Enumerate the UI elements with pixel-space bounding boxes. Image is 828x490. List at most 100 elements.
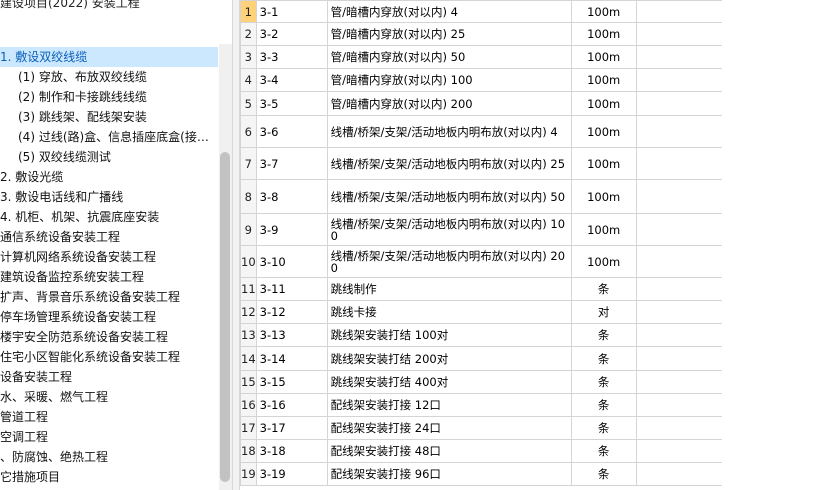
row-number-cell[interactable]: 5 xyxy=(240,91,257,116)
row-number-cell[interactable]: 14 xyxy=(240,346,257,371)
row-number-cell[interactable]: 7 xyxy=(240,147,257,180)
quota-name-cell[interactable]: 跳线卡接 xyxy=(326,300,572,324)
quota-name-cell[interactable]: 配线架安装打接 24口 xyxy=(326,416,572,440)
quota-code-cell[interactable]: 3-12 xyxy=(255,300,328,324)
quota-unit-cell[interactable]: 100m xyxy=(570,179,637,214)
tree-item[interactable]: 4. 机柜、机架、抗震底座安装 xyxy=(0,207,218,227)
quota-unit-cell[interactable]: 条 xyxy=(570,277,637,301)
table-row[interactable]: 193-19配线架安装打接 96口条972.76 xyxy=(240,462,780,486)
quota-name-cell[interactable]: 管/暗槽内穿放(对以内) 25 xyxy=(326,22,572,46)
quota-code-cell[interactable]: 3-18 xyxy=(255,439,328,463)
quota-code-cell[interactable]: 3-9 xyxy=(255,213,328,246)
quota-unit-cell[interactable]: 100m xyxy=(570,213,637,246)
quota-code-cell[interactable]: 3-13 xyxy=(255,323,328,347)
quota-name-cell[interactable]: 配线架安装打接 48口 xyxy=(326,439,572,463)
tree-item[interactable]: 通信系统设备安装工程 xyxy=(0,227,218,247)
quota-name-cell[interactable]: 跳线制作 xyxy=(326,277,572,301)
quota-code-cell[interactable]: 3-10 xyxy=(255,245,328,278)
quota-code-cell[interactable]: 3-2 xyxy=(255,22,328,46)
table-row[interactable]: 103-10线槽/桥架/支架/活动地板内明布放(对以内) 200100m616.… xyxy=(240,245,780,278)
quota-code-cell[interactable]: 3-14 xyxy=(255,346,328,371)
tree-item[interactable]: (3) 跳线架、配线架安装 xyxy=(0,107,218,127)
quota-code-cell[interactable]: 3-5 xyxy=(255,91,328,116)
quota-unit-cell[interactable]: 100m xyxy=(570,115,637,148)
quota-name-cell[interactable]: 线槽/桥架/支架/活动地板内明布放(对以内) 100 xyxy=(326,213,572,246)
tree-item[interactable]: (2) 制作和卡接跳线线缆 xyxy=(0,87,218,107)
tree-item[interactable]: 计算机网络系统设备安装工程 xyxy=(0,247,218,267)
quota-unit-cell[interactable]: 条 xyxy=(570,416,637,440)
table-row[interactable]: 43-4管/暗槽内穿放(对以内) 100100m361.69 xyxy=(240,68,780,92)
quota-unit-cell[interactable]: 100m xyxy=(570,91,637,116)
quota-code-cell[interactable]: 3-11 xyxy=(255,277,328,301)
quota-name-cell[interactable]: 配线架安装打接 96口 xyxy=(326,462,572,486)
quota-code-cell[interactable]: 3-8 xyxy=(255,179,328,214)
table-row[interactable]: 73-7线槽/桥架/支架/活动地板内明布放(对以内) 25100m267.69 xyxy=(240,147,780,180)
table-row[interactable]: 33-3管/暗槽内穿放(对以内) 50100m248.66 xyxy=(240,45,780,69)
tree-item[interactable]: 它措施项目 xyxy=(0,467,218,487)
quota-name-cell[interactable]: 跳线架安装打结 100对 xyxy=(326,323,572,347)
quota-unit-cell[interactable]: 条 xyxy=(570,323,637,347)
tree-item[interactable]: 空调工程 xyxy=(0,427,218,447)
table-row[interactable]: 13-1管/暗槽内穿放(对以内) 4100m146.11 xyxy=(240,0,780,23)
table-row[interactable]: 93-9线槽/桥架/支架/活动地板内明布放(对以内) 100100m451.16 xyxy=(240,213,780,246)
quota-name-cell[interactable]: 管/暗槽内穿放(对以内) 50 xyxy=(326,45,572,69)
tree-item[interactable]: (4) 过线(路)盒、信息插座底盒(接… xyxy=(0,127,218,147)
quota-unit-cell[interactable]: 条 xyxy=(570,462,637,486)
quota-name-cell[interactable]: 管/暗槽内穿放(对以内) 4 xyxy=(326,0,572,23)
quota-code-cell[interactable]: 3-19 xyxy=(255,462,328,486)
quota-name-cell[interactable]: 线槽/桥架/支架/活动地板内明布放(对以内) 25 xyxy=(326,147,572,180)
row-number-cell[interactable]: 15 xyxy=(240,370,257,394)
row-number-cell[interactable]: 2 xyxy=(240,22,257,46)
quota-unit-cell[interactable]: 100m xyxy=(570,147,637,180)
quota-name-cell[interactable]: 跳线架安装打结 200对 xyxy=(326,346,572,371)
tree-item[interactable]: 2. 敷设光缆 xyxy=(0,167,218,187)
table-row[interactable]: 133-13跳线架安装打结 100对条216.37 xyxy=(240,323,780,347)
row-number-cell[interactable]: 8 xyxy=(240,179,257,214)
tree-item[interactable]: 管道工程 xyxy=(0,407,218,427)
quota-code-cell[interactable]: 3-15 xyxy=(255,370,328,394)
table-row[interactable]: 163-16配线架安装打接 12口条130.49 xyxy=(240,393,780,417)
table-row[interactable]: 153-15跳线架安装打结 400对条810.5 xyxy=(240,370,780,394)
row-number-cell[interactable]: 9 xyxy=(240,213,257,246)
row-number-cell[interactable]: 10 xyxy=(240,245,257,278)
row-number-cell[interactable]: 13 xyxy=(240,323,257,347)
tree-item[interactable]: 、防腐蚀、绝热工程 xyxy=(0,447,218,467)
quota-code-cell[interactable]: 3-6 xyxy=(255,115,328,148)
quota-code-cell[interactable]: 3-3 xyxy=(255,45,328,69)
table-row[interactable]: 23-2管/暗槽内穿放(对以内) 25100m181.3 xyxy=(240,22,780,46)
table-row[interactable]: 173-17配线架安装打接 24口条260.26 xyxy=(240,416,780,440)
quota-unit-cell[interactable]: 100m xyxy=(570,0,637,23)
table-row[interactable]: 53-5管/暗槽内穿放(对以内) 200100m514.18 xyxy=(240,91,780,116)
tree-item[interactable]: 扩声、背景音乐系统设备安装工程 xyxy=(0,287,218,307)
tree-item[interactable]: 3. 敷设电话线和广播线 xyxy=(0,187,218,207)
quota-unit-cell[interactable]: 100m xyxy=(570,45,637,69)
quota-unit-cell[interactable]: 100m xyxy=(570,22,637,46)
table-row[interactable]: 83-8线槽/桥架/支架/活动地板内明布放(对以内) 50100m331.87 xyxy=(240,179,780,214)
quota-name-cell[interactable]: 线槽/桥架/支架/活动地板内明布放(对以内) 200 xyxy=(326,245,572,278)
quota-name-cell[interactable]: 线槽/桥架/支架/活动地板内明布放(对以内) 50 xyxy=(326,179,572,214)
row-number-cell[interactable]: 11 xyxy=(240,277,257,301)
quota-name-cell[interactable]: 配线架安装打接 12口 xyxy=(326,393,572,417)
row-number-cell[interactable]: 12 xyxy=(240,300,257,324)
quota-unit-cell[interactable]: 条 xyxy=(570,393,637,417)
row-number-cell[interactable]: 18 xyxy=(240,439,257,463)
panel-splitter[interactable] xyxy=(232,0,240,490)
quota-name-cell[interactable]: 管/暗槽内穿放(对以内) 100 xyxy=(326,68,572,92)
table-row[interactable]: 143-14跳线架安装打结 200对条410.55 xyxy=(240,346,780,371)
row-number-cell[interactable]: 3 xyxy=(240,45,257,69)
tree-item[interactable]: 水、采暖、燃气工程 xyxy=(0,387,218,407)
quota-name-cell[interactable]: 线槽/桥架/支架/活动地板内明布放(对以内) 4 xyxy=(326,115,572,148)
tree-item[interactable]: 建筑设备监控系统安装工程 xyxy=(0,267,218,287)
quota-unit-cell[interactable]: 对 xyxy=(570,300,637,324)
quota-unit-cell[interactable]: 条 xyxy=(570,346,637,371)
quota-unit-cell[interactable]: 100m xyxy=(570,245,637,278)
row-number-cell[interactable]: 19 xyxy=(240,462,257,486)
row-number-cell[interactable]: 1 xyxy=(240,0,257,23)
tree-item[interactable]: 停车场管理系统设备安装工程 xyxy=(0,307,218,327)
quota-unit-cell[interactable]: 100m xyxy=(570,68,637,92)
row-number-cell[interactable]: 6 xyxy=(240,115,257,148)
quota-name-cell[interactable]: 跳线架安装打结 400对 xyxy=(326,370,572,394)
quota-code-cell[interactable]: 3-4 xyxy=(255,68,328,92)
quota-code-cell[interactable]: 3-16 xyxy=(255,393,328,417)
tree-item[interactable]: 设备安装工程 xyxy=(0,367,218,387)
